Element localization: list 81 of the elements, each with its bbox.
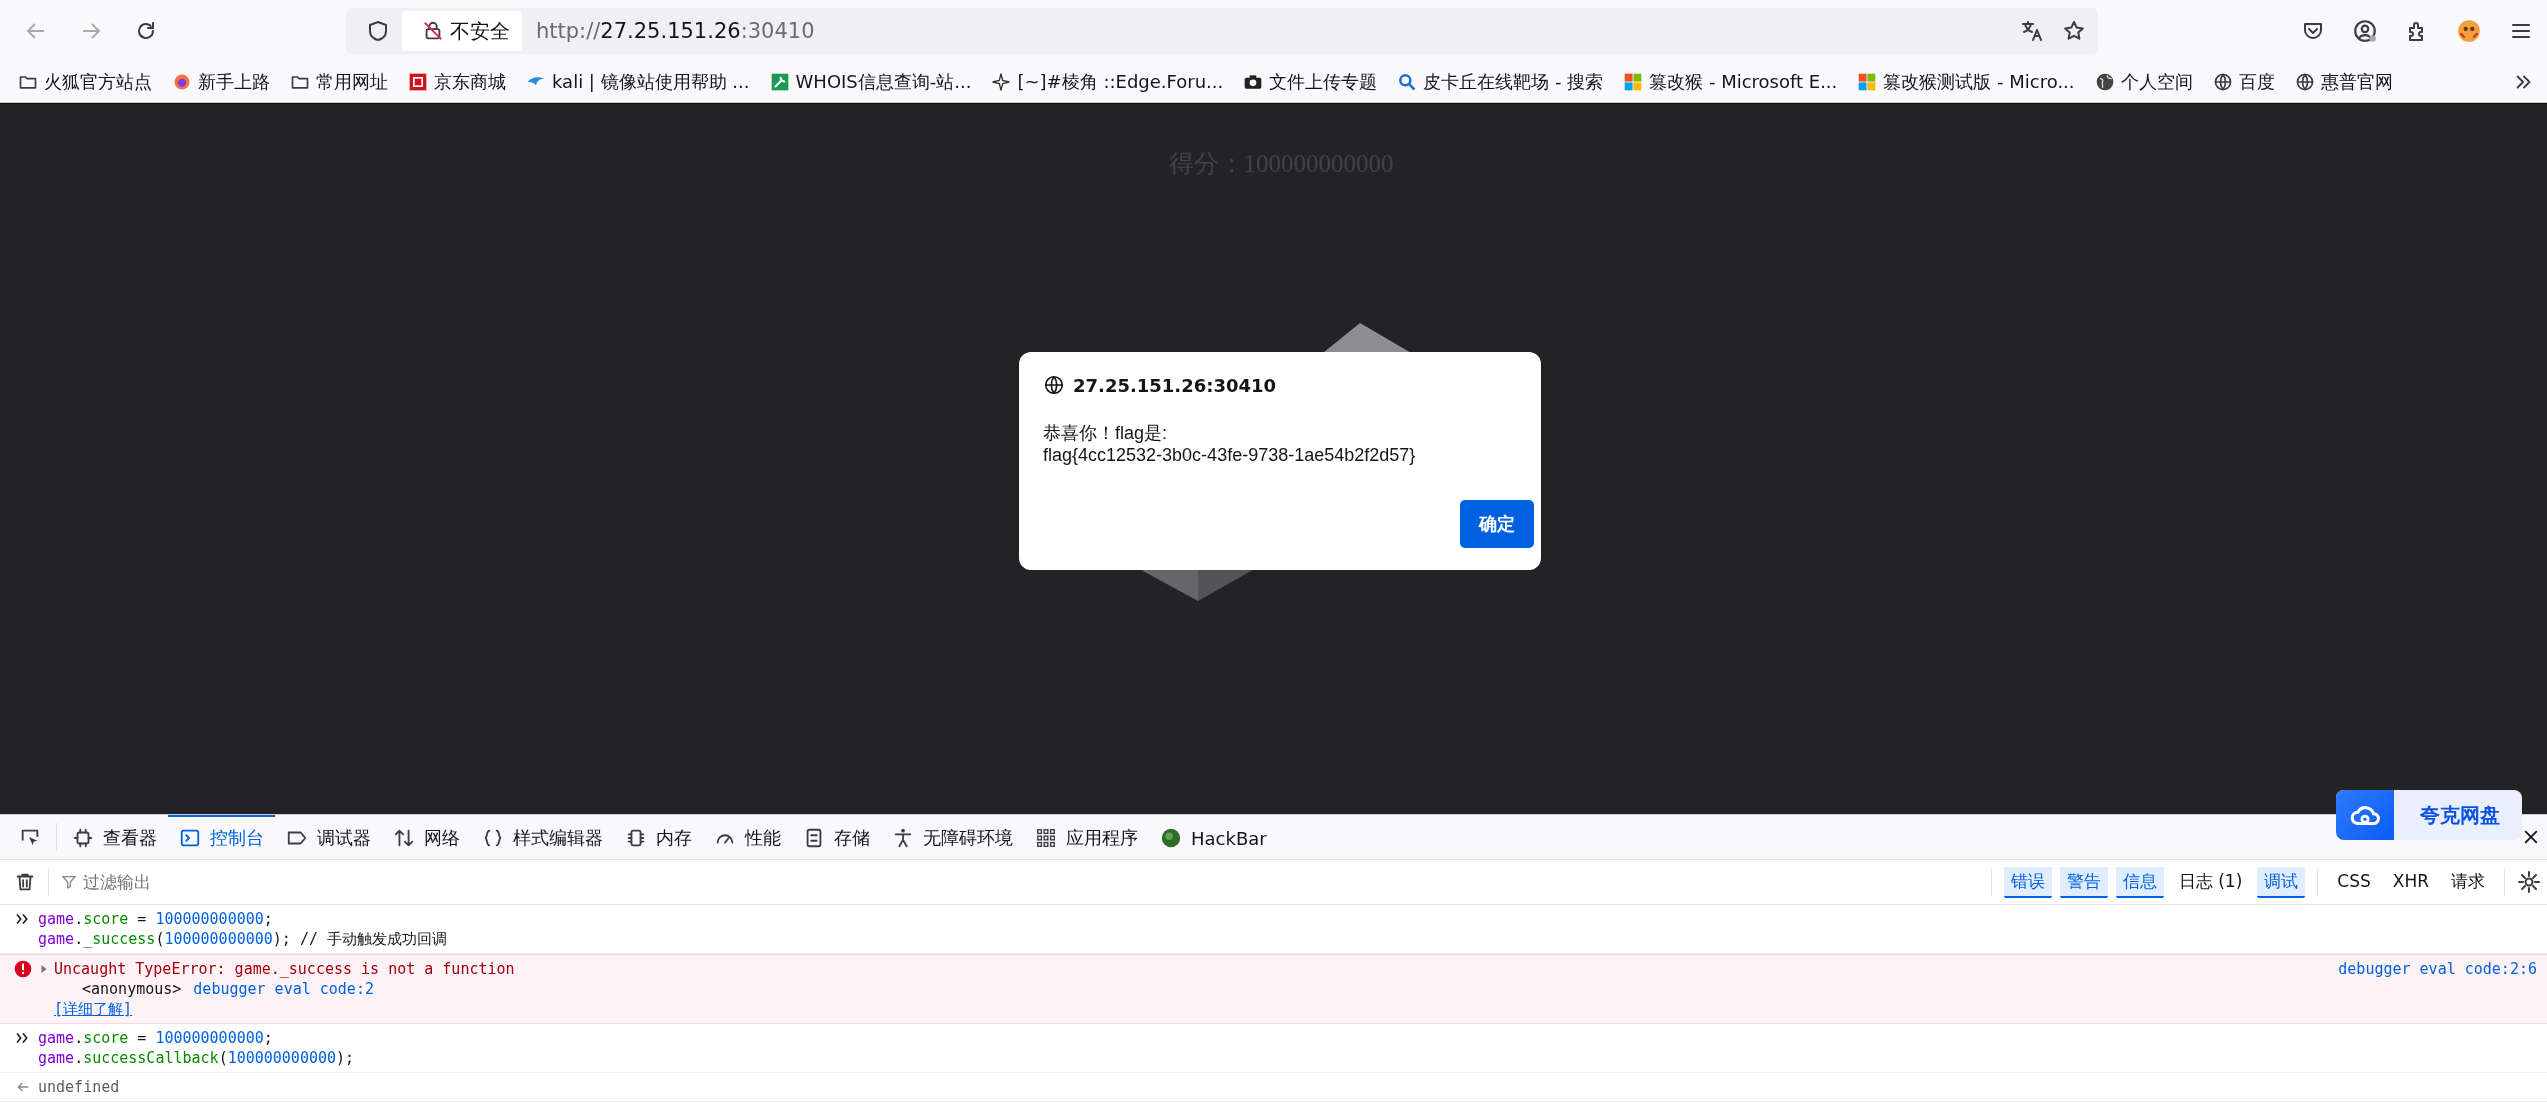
ok-button[interactable]: 确定 (1460, 500, 1534, 548)
learn-more-link[interactable]: [详细了解] (54, 999, 133, 1019)
source-link[interactable]: debugger eval code:2:6 (2338, 959, 2537, 979)
code-line: game._success(100000000000); // 手动触发成功回调 (38, 929, 447, 949)
account-icon[interactable] (2352, 18, 2378, 44)
bookmark-item[interactable]: 百度 (2212, 70, 2275, 94)
globe-icon (1043, 374, 1065, 396)
lock-crossed-icon (422, 20, 444, 42)
stack-frame-name: <anonymous> (82, 979, 182, 999)
filter-toggle[interactable]: 请求 (2444, 866, 2492, 898)
address-bar[interactable]: 不安全 http://27.25.151.26:30410 (346, 8, 2098, 54)
error-message: Uncaught TypeError: game._success is not a function (54, 959, 515, 979)
filter-field[interactable]: 过滤输出 (81, 871, 1979, 893)
person-icon (892, 827, 914, 849)
bookmark-item[interactable]: WHOIS信息查询-站... (769, 70, 972, 94)
devtools-tab[interactable]: 存储 (792, 815, 881, 859)
braces-icon (482, 827, 504, 849)
globe-icon (2094, 72, 2115, 92)
fox-avatar-icon[interactable] (2456, 18, 2482, 44)
globe-icon (2294, 72, 2315, 92)
devtools-tab[interactable]: 网络 (382, 815, 471, 859)
cloud-drive-button[interactable]: 夸克网盘 (2336, 790, 2522, 840)
settings-icon[interactable] (2517, 870, 2541, 894)
stack-frame-link[interactable]: debugger eval code:2 (193, 979, 374, 999)
grid-icon (1035, 827, 1057, 849)
filter-toggle[interactable]: XHR (2385, 868, 2436, 896)
filter-toggle[interactable]: CSS (2330, 868, 2378, 896)
bookmark-item[interactable]: 皮卡丘在线靶场 - 搜索 (1397, 70, 1604, 94)
filter-toggle[interactable]: 信息 (2115, 866, 2164, 898)
globe-icon (2212, 72, 2233, 92)
bookmark-item[interactable]: [~]#棱角 ::Edge.Foru... (991, 70, 1224, 94)
devtools-tab[interactable]: 性能 (703, 815, 792, 859)
bookmark-item[interactable]: 火狐官方站点 (18, 70, 152, 94)
bookmark-item[interactable]: 常用网址 (290, 70, 388, 94)
dialog-message: 恭喜你！flag是: flag{4cc12532-3b0c-43fe-9738-1ae54b2f2d57} (1043, 422, 1417, 466)
compass-star-icon (991, 72, 1012, 92)
bookmark-item[interactable]: 惠普官网 (2294, 70, 2393, 94)
error-icon (12, 959, 34, 979)
code-line: game.score = 100000000000; (38, 909, 274, 929)
devtools-tab[interactable]: 控制台 (168, 815, 275, 859)
devtools-tab[interactable]: 样式编辑器 (471, 815, 614, 859)
bookmark-item[interactable]: 京东商城 (408, 70, 506, 94)
bookmark-item[interactable]: 新手上路 (172, 70, 270, 94)
camera-icon (1243, 72, 1264, 92)
search-icon (1397, 72, 1418, 92)
url-text[interactable]: http://27.25.151.26:30410 (536, 19, 815, 43)
filter-icon (61, 874, 77, 890)
fox-logo-icon (172, 72, 192, 92)
filter-toggle[interactable]: 调试 (2257, 866, 2306, 898)
code-line: game.score = 100000000000; (38, 1028, 274, 1048)
console-icon (179, 827, 201, 849)
memory-chip-icon (625, 827, 647, 849)
windows-logo-icon (1857, 72, 1878, 92)
windows-logo-icon (1623, 72, 1644, 92)
devtools-tab[interactable]: 查看器 (61, 815, 168, 859)
result-value: undefined (38, 1077, 120, 1097)
orb-icon (1160, 827, 1182, 849)
dialog-title: 27.25.151.26:30410 (1073, 374, 1277, 396)
bookmark-item[interactable]: 文件上传专题 (1243, 70, 1378, 94)
devtools-tab[interactable]: 调试器 (275, 815, 382, 859)
bookmark-item[interactable]: 篡改猴测试版 - Micro... (1857, 70, 2075, 94)
not-secure-badge[interactable]: 不安全 (402, 11, 522, 51)
devtools-tab[interactable]: 应用程序 (1024, 815, 1149, 859)
chip-icon (72, 827, 94, 849)
bookmark-star-icon[interactable] (2062, 19, 2086, 43)
translate-icon[interactable] (2020, 19, 2044, 43)
arrows-icon (393, 827, 415, 849)
devtools-tab[interactable]: 无障碍环境 (881, 815, 1024, 859)
filter-toggle[interactable]: 日志 (1) (2171, 866, 2250, 898)
devtools-tab[interactable]: 内存 (614, 815, 703, 859)
wrench-logo-icon (769, 72, 790, 92)
store-logo-icon (408, 72, 428, 92)
bookmark-item[interactable]: 个人空间 (2094, 70, 2193, 94)
code-line: game.successCallback(100000000000); (38, 1048, 355, 1068)
devtools-tab[interactable]: HackBar (1149, 815, 1278, 859)
trash-icon[interactable] (14, 871, 36, 893)
filter-toggle[interactable]: 警告 (2059, 866, 2108, 898)
bookmark-item[interactable]: 篡改猴 - Microsoft E... (1623, 70, 1838, 94)
shield-icon[interactable] (366, 19, 390, 43)
bookmark-item[interactable]: kali | 镜像站使用帮助 ... (526, 70, 750, 94)
filter-toggle[interactable]: 错误 (2003, 866, 2052, 898)
